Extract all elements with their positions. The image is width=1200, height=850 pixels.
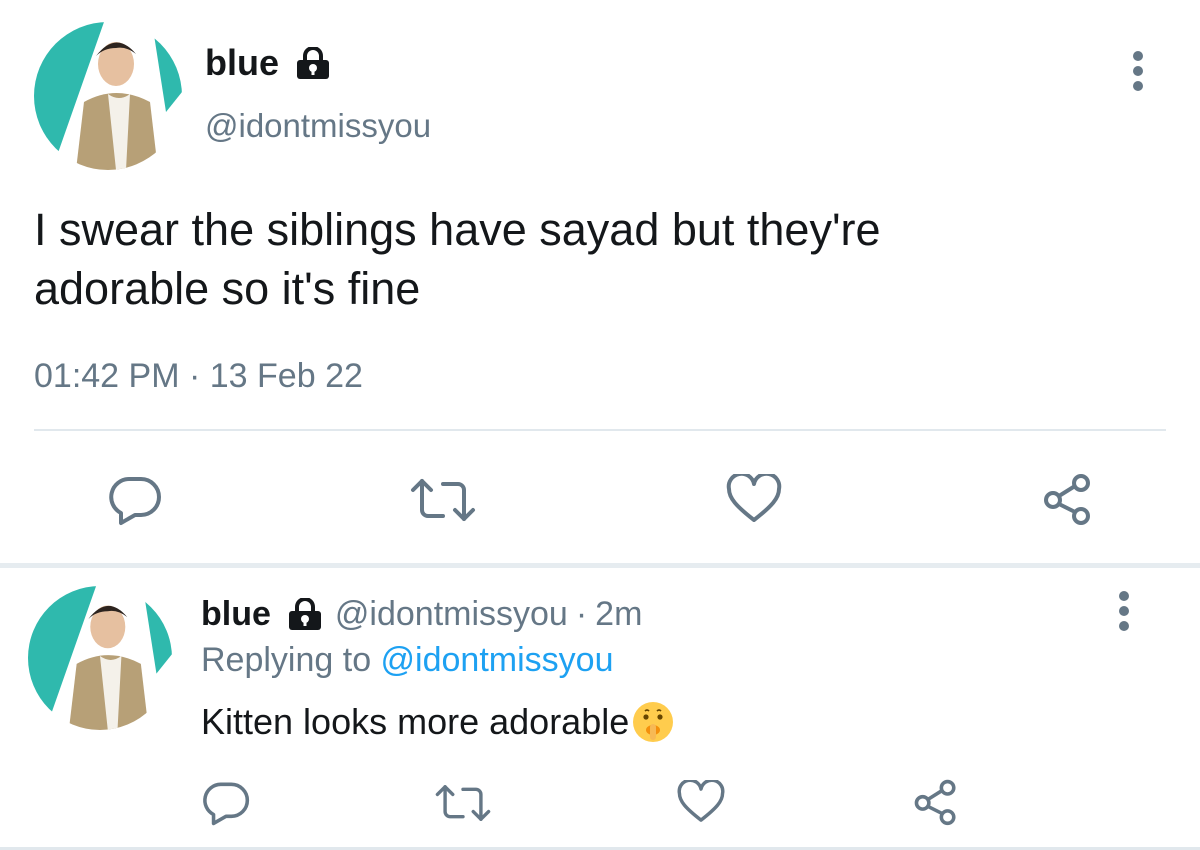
retweet-icon[interactable] — [409, 476, 477, 524]
heart-icon[interactable] — [725, 474, 783, 524]
display-name[interactable]: blue — [205, 42, 279, 84]
lock-icon — [287, 598, 323, 630]
display-name[interactable]: blue — [201, 595, 271, 634]
time: 01:42 PM — [34, 357, 180, 395]
shushing-face-emoji — [631, 700, 675, 744]
share-icon[interactable] — [911, 778, 961, 826]
share-icon[interactable] — [1040, 472, 1096, 526]
tweet-text-line: I swear the siblings have sayad but they… — [34, 204, 881, 255]
reply-icon[interactable] — [107, 473, 163, 527]
tweet-text-line: adorable so it's fine — [34, 263, 421, 314]
reply-icon[interactable] — [201, 779, 251, 827]
date: 13 Feb 22 — [209, 357, 363, 395]
replying-prefix: Replying to — [201, 641, 381, 679]
replying-to: Replying to @idontmissyou — [201, 641, 613, 680]
handle[interactable]: @idontmissyou — [335, 595, 568, 634]
separator: · — [575, 594, 588, 633]
tweet-text: I swear the siblings have sayad but they… — [34, 200, 881, 318]
timestamp[interactable]: 01:42 PM · 13 Feb 22 — [34, 357, 363, 396]
avatar[interactable] — [34, 22, 182, 170]
more-vertical-icon[interactable] — [1112, 590, 1136, 632]
separator: · — [188, 357, 201, 395]
replying-to-link[interactable]: @idontmissyou — [381, 641, 614, 679]
reply-text: Kitten looks more adorable — [201, 700, 675, 744]
tweet-age: 2m — [595, 594, 643, 633]
tweet-separator — [0, 563, 1200, 568]
avatar[interactable] — [28, 586, 172, 730]
divider — [34, 429, 1166, 431]
more-vertical-icon[interactable] — [1126, 50, 1150, 92]
reply-text-body: Kitten looks more adorable — [201, 701, 630, 742]
retweet-icon[interactable] — [434, 782, 492, 824]
heart-icon[interactable] — [676, 780, 726, 824]
handle[interactable]: @idontmissyou — [205, 107, 431, 145]
lock-icon — [295, 47, 331, 79]
